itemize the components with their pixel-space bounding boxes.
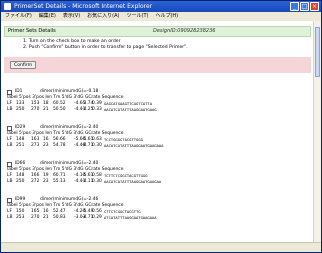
pos5-value: 250 xyxy=(16,107,25,112)
tm-value: 50.83 xyxy=(53,215,66,220)
tm-value: 50.50 xyxy=(53,107,66,112)
menu-view[interactable]: 表示(V) xyxy=(63,12,80,21)
select-checkbox[interactable] xyxy=(7,89,12,95)
dg3-value: -4.25 xyxy=(82,107,94,112)
primer-label: LB xyxy=(7,179,13,184)
title-bar: PrimerSet Details - Microsoft Internet E… xyxy=(1,1,321,12)
primer-set: ID99 dimer(minimumdG)=-2.46 label 5'pos … xyxy=(7,197,314,221)
select-checkbox[interactable] xyxy=(7,197,12,203)
tm-value: 55.13 xyxy=(53,179,66,184)
pos5-value: 251 xyxy=(16,143,25,148)
pos5-value: 250 xyxy=(16,179,25,184)
menu-file[interactable]: ファイル(F) xyxy=(5,12,32,21)
menu-help[interactable]: ヘルプ(H) xyxy=(155,12,178,21)
len-value: 21 xyxy=(43,107,49,112)
gcrate-value: 0.33 xyxy=(92,107,102,112)
dg5-value: -4.41 xyxy=(74,179,86,184)
pos5-value: 253 xyxy=(16,215,25,220)
confirm-button[interactable]: Confirm xyxy=(10,61,37,69)
design-id: DesignID:090928238236 xyxy=(153,28,216,34)
primer-row: LB 250 270 21 50.50 -4.41 -4.25 0.33 AAC… xyxy=(7,107,314,113)
pos3-value: 273 xyxy=(31,143,40,148)
primer-row: LB 251 273 23 54.78 -4.46 -4.71 0.30 AAC… xyxy=(7,143,314,149)
gcrate-value: 0.29 xyxy=(92,215,102,220)
len-value: 21 xyxy=(43,215,49,220)
dg5-value: -4.41 xyxy=(74,107,86,112)
sequence-value: AACATCATATTTAAGGAATGAAG xyxy=(104,107,157,112)
sequence-value: AACATCATATTTAAGGAATGAAGAAA xyxy=(104,143,164,148)
select-checkbox[interactable] xyxy=(7,125,12,131)
tm-value: 54.78 xyxy=(53,143,66,148)
minimize-button[interactable]: _ xyxy=(290,2,299,11)
confirm-panel: Confirm xyxy=(4,57,311,73)
gcrate-value: 0.30 xyxy=(92,143,102,148)
primer-label: LB xyxy=(7,107,13,112)
primer-set-list: ID1 dimer(minimumdG)=-0.18 label 5'pos 3… xyxy=(1,89,314,221)
page-header: Primer Sets Details DesignID:09092823823… xyxy=(4,26,311,37)
menu-tools[interactable]: ツール(T) xyxy=(127,12,149,21)
primer-label: LB xyxy=(7,143,13,148)
instruction-2: 2. Push "Confirm" button in order to tra… xyxy=(23,45,188,50)
primer-row: LB 253 270 21 50.83 -3.03 -4.71 0.29 ATC… xyxy=(7,215,314,221)
close-button[interactable]: × xyxy=(310,2,319,11)
dg5-value: -3.03 xyxy=(74,215,86,220)
pos3-value: 272 xyxy=(31,179,40,184)
primer-set: ID1 dimer(minimumdG)=-0.18 label 5'pos 3… xyxy=(7,89,314,113)
dg3-value: -4.71 xyxy=(82,143,94,148)
page-content: Primer Sets Details DesignID:09092823823… xyxy=(1,21,314,242)
sequence-value: ATCATATTTAAGGAATGAAGAAA xyxy=(104,215,157,220)
dg3-value: -4.71 xyxy=(82,215,94,220)
len-value: 23 xyxy=(43,179,49,184)
primer-row: LB 250 272 23 55.13 -4.41 -4.11 0.30 AAC… xyxy=(7,179,314,185)
status-bar xyxy=(1,242,321,252)
len-value: 23 xyxy=(43,143,49,148)
menu-edit[interactable]: 編集(E) xyxy=(39,12,56,21)
ie-icon xyxy=(4,3,11,10)
sequence-value: AACATCATATTTAAGGAATGAAGAA xyxy=(104,179,162,184)
dg3-value: -4.11 xyxy=(82,179,94,184)
pos3-value: 270 xyxy=(31,107,40,112)
page-title: Primer Sets Details xyxy=(8,28,56,34)
menu-favorites[interactable]: お気に入り(A) xyxy=(87,12,119,21)
primer-set: ID66 dimer(minimumdG)=-2.40 label 5'pos … xyxy=(7,161,314,185)
vertical-scrollbar[interactable] xyxy=(313,21,321,242)
primer-label: LB xyxy=(7,215,13,220)
window-title: PrimerSet Details - Microsoft Internet E… xyxy=(14,3,153,10)
instructions: 1. Turn on the check box to make an orde… xyxy=(23,39,314,51)
select-checkbox[interactable] xyxy=(7,161,12,167)
dg5-value: -4.46 xyxy=(74,143,86,148)
maximize-button[interactable]: □ xyxy=(300,2,309,11)
scrollbar-thumb[interactable] xyxy=(315,27,320,77)
pos3-value: 270 xyxy=(31,215,40,220)
gcrate-value: 0.30 xyxy=(92,179,102,184)
primer-set: ID29 dimer(minimumdG)=-2.40 label 5'pos … xyxy=(7,125,314,149)
